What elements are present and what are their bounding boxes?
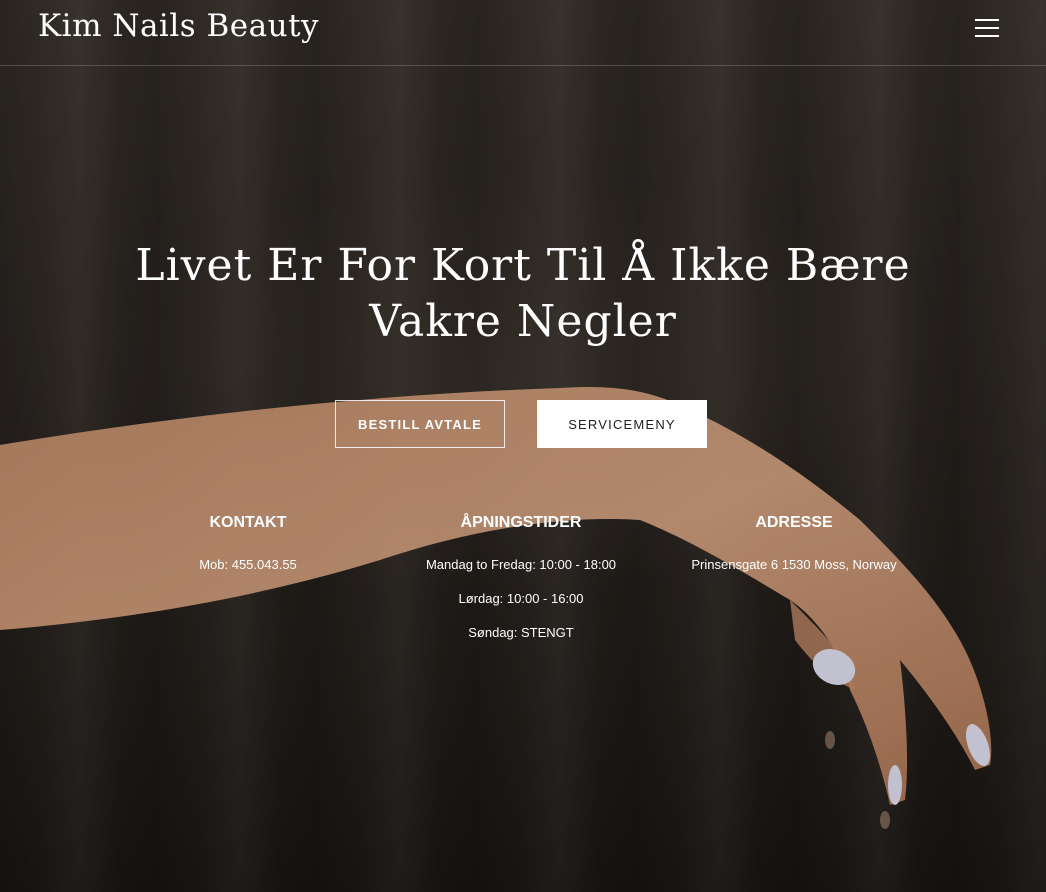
contact-column: KONTAKT Mob: 455.043.55 <box>148 514 348 590</box>
hours-sunday: Søndag: STENGT <box>468 625 574 640</box>
contact-title: KONTAKT <box>209 514 287 531</box>
address-title: ADRESSE <box>755 514 833 531</box>
hero-headline: Livet Er For Kort Til Å Ikke Bære Vakre … <box>135 240 911 347</box>
hours-saturday: Lørdag: 10:00 - 16:00 <box>458 591 584 606</box>
service-menu-button[interactable]: SERVICEMENY <box>537 400 707 448</box>
address-line: Prinsensgate 6 1530 Moss, Norway <box>691 557 897 572</box>
book-appointment-button[interactable]: BESTILL AVTALE <box>335 400 505 448</box>
hero-overlay <box>0 0 1046 892</box>
contact-phone[interactable]: Mob: 455.043.55 <box>148 556 348 573</box>
site-header: Kim Nails Beauty <box>0 0 1046 66</box>
hours-weekdays: Mandag to Fredag: 10:00 - 18:00 <box>425 557 617 572</box>
address-column: ADRESSE Prinsensgate 6 1530 Moss, Norway <box>664 514 924 590</box>
site-logo[interactable]: Kim Nails Beauty <box>38 8 319 44</box>
hamburger-menu-icon[interactable] <box>973 17 1001 39</box>
opening-hours-title: ÅPNINGSTIDER <box>460 514 582 531</box>
opening-hours-column: ÅPNINGSTIDER Mandag to Fredag: 10:00 - 1… <box>396 514 646 658</box>
